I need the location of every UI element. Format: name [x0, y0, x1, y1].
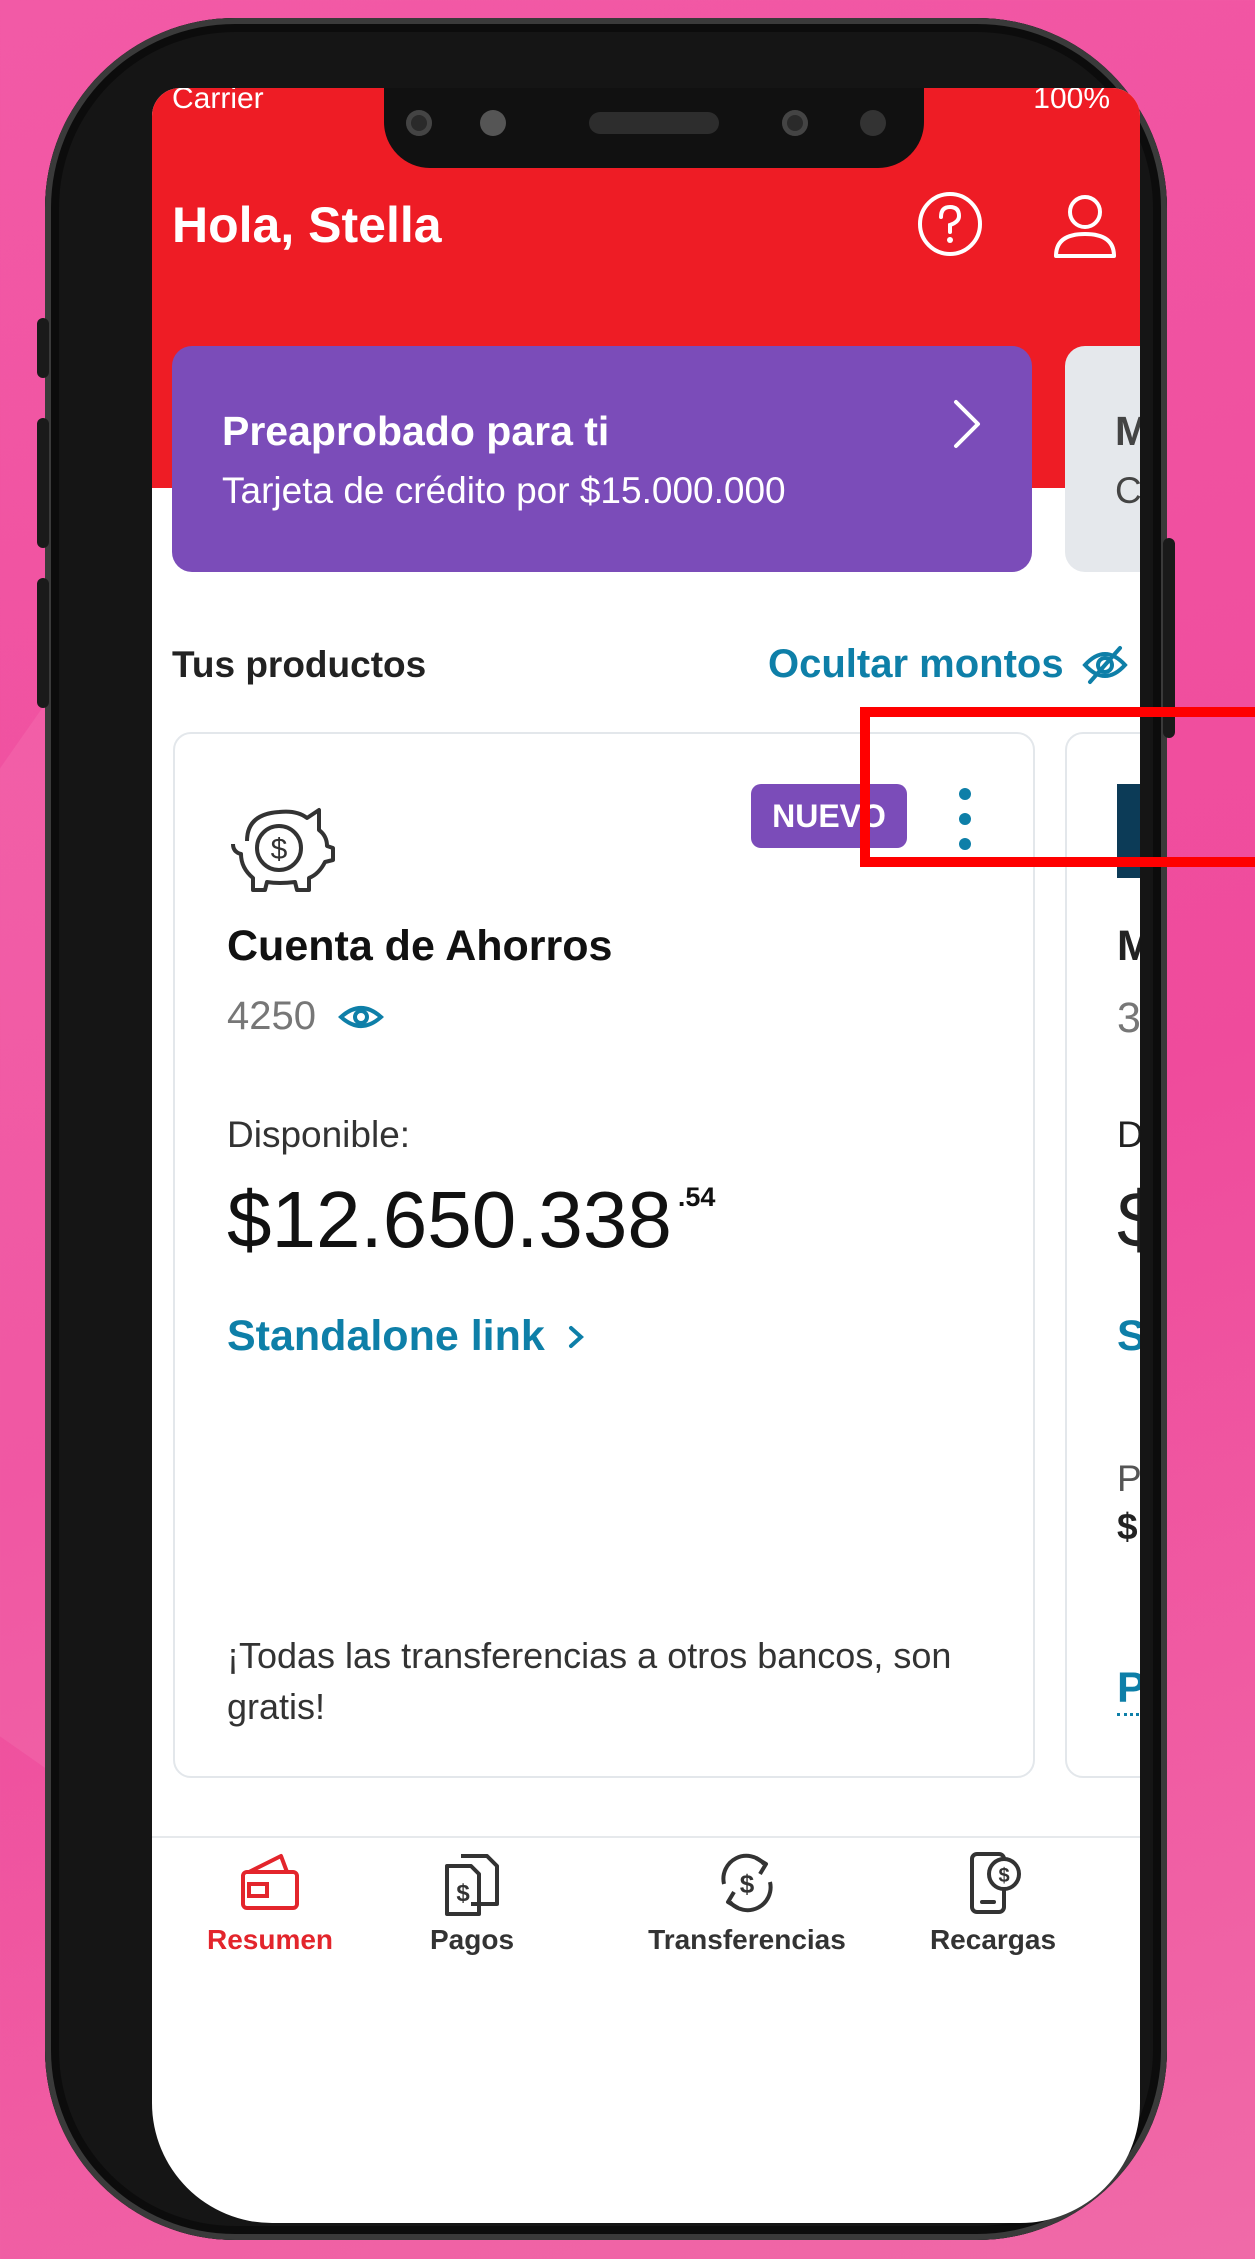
next-promo-title: M	[1115, 408, 1140, 454]
sensor-dot	[860, 110, 886, 136]
tab-pagos[interactable]: $ Pagos	[412, 1848, 532, 1956]
next-card-text: P	[1117, 1458, 1140, 1499]
svg-text:$: $	[271, 833, 288, 866]
svg-text:$: $	[998, 1865, 1009, 1887]
hide-amounts-label: Ocultar montos	[768, 642, 1064, 686]
tabbar-divider	[152, 1836, 1140, 1838]
phone-screen: Carrier 100% Hola, Stella Preaprobado pa…	[152, 88, 1140, 2223]
tab-recargas[interactable]: $ Recargas	[908, 1848, 1078, 1956]
account-name: Cuenta de Ahorros	[227, 922, 613, 970]
eye-icon[interactable]	[337, 1001, 384, 1033]
next-card-text: $	[1117, 1174, 1140, 1266]
balance-main: $12.650.338	[227, 1175, 672, 1264]
front-camera	[782, 110, 808, 136]
sensor-dot	[480, 110, 506, 136]
help-icon[interactable]	[916, 190, 984, 258]
tab-transferencias[interactable]: $ Transferencias	[632, 1848, 862, 1956]
phone-recharge-icon: $	[970, 1852, 1021, 1914]
volume-up-button	[37, 418, 49, 548]
savings-account-card[interactable]: $ NUEVO Cuenta de Ahorros 4250 Disponibl…	[173, 732, 1035, 1778]
next-promo-card[interactable]: M C	[1065, 346, 1140, 572]
next-card-text: $	[1117, 1506, 1138, 1547]
next-promo-subtitle: C	[1115, 470, 1140, 511]
standalone-link[interactable]: Standalone link	[227, 1312, 587, 1361]
volume-down-button	[37, 578, 49, 708]
promo-subtitle: Tarjeta de crédito por $15.000.000	[222, 470, 786, 511]
next-card-text: 3	[1117, 994, 1140, 1042]
battery-label: 100%	[1033, 88, 1110, 115]
svg-text:$: $	[740, 1869, 755, 1899]
tab-resumen[interactable]: Resumen	[190, 1848, 350, 1956]
profile-icon[interactable]	[1050, 190, 1120, 260]
svg-text:$: $	[456, 1880, 470, 1907]
balance-cents: .54	[677, 1182, 716, 1212]
tab-label: Resumen	[206, 1924, 334, 1955]
mute-switch	[37, 318, 49, 378]
account-number: 4250	[227, 994, 316, 1038]
standalone-link-label: Standalone link	[227, 1312, 545, 1360]
account-number-row: 4250	[227, 994, 384, 1039]
next-account-card[interactable]: M 3 D $ S P $ P	[1065, 732, 1140, 1778]
hide-amounts-button[interactable]: Ocultar montos	[768, 642, 1128, 687]
eye-off-icon	[1081, 645, 1128, 684]
promo-title: Preaprobado para ti	[222, 408, 610, 454]
phone-frame: Carrier 100% Hola, Stella Preaprobado pa…	[37, 18, 1175, 2240]
next-card-text: D	[1117, 1114, 1140, 1156]
products-section-title: Tus productos	[172, 644, 427, 685]
balance-amount: $12.650.338.54	[227, 1174, 715, 1266]
chevron-right-icon	[954, 400, 980, 448]
available-label: Disponible:	[227, 1114, 411, 1155]
chevron-right-icon	[568, 1326, 584, 1348]
tab-label: Transferencias	[648, 1924, 846, 1955]
sensor-dot	[406, 110, 432, 136]
next-card-text: S	[1117, 1312, 1140, 1361]
piggy-bank-icon: $	[231, 808, 335, 892]
tab-label: Pagos	[429, 1924, 515, 1955]
camera-notch	[384, 88, 924, 168]
highlight-box	[860, 707, 1255, 867]
bottom-tab-bar: Resumen $ Pagos $ Transferencias $ Recar…	[152, 1848, 1140, 1988]
tab-label: Recargas	[929, 1924, 1057, 1955]
preapproved-promo-card[interactable]: Preaprobado para ti Tarjeta de crédito p…	[172, 346, 1032, 572]
next-card-text: P	[1117, 1664, 1140, 1716]
transfer-note: ¡Todas las transferencias a otros bancos…	[227, 1635, 952, 1727]
bill-payment-icon: $	[445, 1854, 499, 1916]
wallet-icon	[241, 1854, 299, 1910]
next-card-text: M	[1117, 922, 1140, 971]
greeting-title: Hola, Stella	[172, 197, 442, 253]
transfer-icon: $	[721, 1853, 773, 1913]
earpiece-speaker	[589, 112, 719, 134]
carrier-label: Carrier	[172, 88, 264, 115]
